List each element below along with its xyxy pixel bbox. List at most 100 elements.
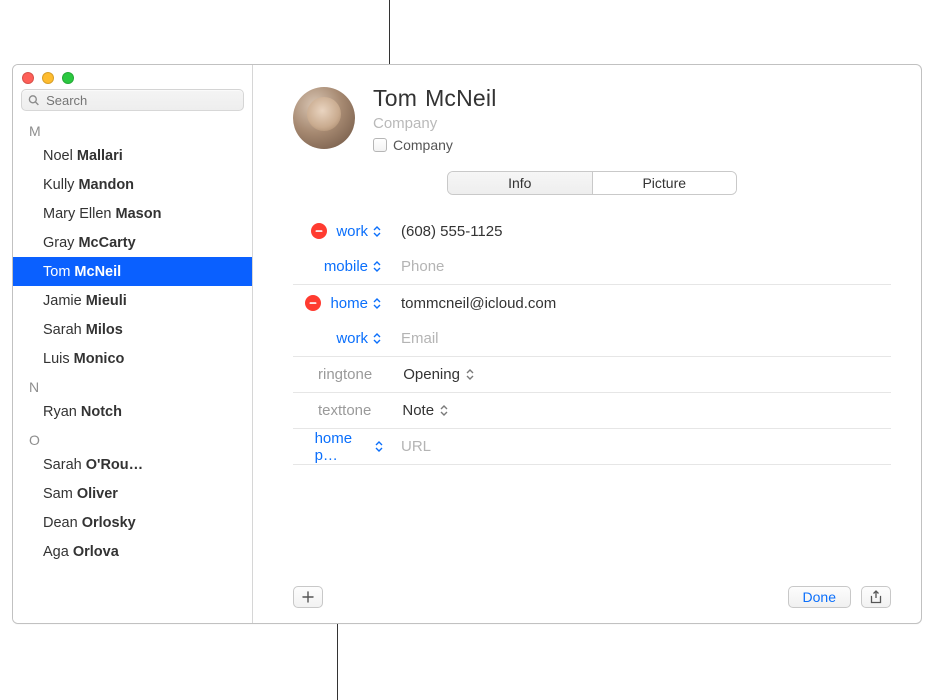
email-home-label[interactable]: home	[330, 295, 368, 312]
remove-phone-work-button[interactable]	[311, 223, 327, 239]
contact-row[interactable]: Luis Monico	[13, 344, 252, 373]
contact-last: O'Rou…	[86, 457, 143, 473]
remove-email-home-button[interactable]	[305, 295, 321, 311]
contact-row[interactable]: Noel Mallari	[13, 141, 252, 170]
contact-last: McNeil	[74, 264, 121, 280]
contact-last: McCarty	[78, 235, 135, 251]
plus-icon	[301, 590, 315, 604]
label-picker-phone-work[interactable]	[373, 224, 383, 238]
contact-first: Luis	[43, 351, 74, 367]
minus-icon	[314, 226, 324, 236]
index-letter: N	[13, 373, 252, 397]
texttone-picker[interactable]	[440, 404, 450, 418]
company-field[interactable]: Company	[373, 115, 497, 132]
texttone-value[interactable]: Note	[388, 402, 891, 419]
first-name[interactable]: Tom	[373, 85, 417, 111]
contact-row[interactable]: Sam Oliver	[13, 479, 252, 508]
contact-row[interactable]: Gray McCarty	[13, 228, 252, 257]
contact-row[interactable]: Ryan Notch	[13, 397, 252, 426]
window-zoom-button[interactable]	[62, 72, 74, 84]
contact-first: Ryan	[43, 404, 81, 420]
contact-first: Dean	[43, 515, 82, 531]
email-work-row[interactable]: work Email	[293, 321, 891, 357]
contact-detail: Tom McNeil Company Company Info Picture	[253, 65, 921, 623]
contacts-window: MNoel MallariKully MandonMary Ellen Maso…	[12, 64, 922, 624]
label-picker-phone-mobile[interactable]	[373, 260, 383, 274]
phone-mobile-row[interactable]: mobile Phone	[293, 249, 891, 285]
phone-work-row[interactable]: work (608) 555-1125	[293, 213, 891, 249]
company-checkbox[interactable]: Company	[373, 137, 497, 153]
contact-last: Oliver	[77, 486, 118, 502]
contact-last: Milos	[86, 322, 123, 338]
phone-mobile-label[interactable]: mobile	[324, 258, 368, 275]
contact-last: Mandon	[78, 177, 134, 193]
window-controls	[22, 72, 74, 84]
share-icon	[869, 590, 883, 604]
window-close-button[interactable]	[22, 72, 34, 84]
tab-picture[interactable]: Picture	[593, 172, 737, 194]
contact-list: MNoel MallariKully MandonMary Ellen Maso…	[13, 117, 252, 566]
contact-first: Noel	[43, 148, 77, 164]
ringtone-picker[interactable]	[466, 368, 476, 382]
index-letter: M	[13, 117, 252, 141]
email-work-value[interactable]: Email	[387, 330, 891, 347]
search-input[interactable]	[44, 92, 237, 109]
contact-last: Mason	[116, 206, 162, 222]
contact-last: Notch	[81, 404, 122, 420]
email-home-value[interactable]: tommcneil@icloud.com	[387, 295, 891, 312]
search-field[interactable]	[21, 89, 244, 111]
contact-row[interactable]: Tom McNeil	[13, 257, 252, 286]
contact-last: Orlova	[73, 544, 119, 560]
sidebar: MNoel MallariKully MandonMary Ellen Maso…	[13, 65, 253, 623]
callout-line-top	[389, 0, 390, 66]
index-letter: O	[13, 426, 252, 450]
email-home-row[interactable]: home tommcneil@icloud.com	[293, 285, 891, 321]
contact-row[interactable]: Mary Ellen Mason	[13, 199, 252, 228]
phone-mobile-value[interactable]: Phone	[387, 258, 891, 275]
contact-last: Mallari	[77, 148, 123, 164]
add-field-button[interactable]	[293, 586, 323, 608]
contact-row[interactable]: Aga Orlova	[13, 537, 252, 566]
contact-first: Tom	[43, 264, 74, 280]
contact-first: Jamie	[43, 293, 86, 309]
contact-first: Mary Ellen	[43, 206, 116, 222]
segmented-control[interactable]: Info Picture	[447, 171, 737, 195]
label-picker-homepage[interactable]	[375, 440, 383, 454]
contact-row[interactable]: Sarah O'Rou…	[13, 450, 252, 479]
contact-first: Aga	[43, 544, 73, 560]
done-button[interactable]: Done	[788, 586, 851, 608]
contact-name[interactable]: Tom McNeil	[373, 85, 497, 112]
texttone-row[interactable]: texttone Note	[293, 393, 891, 429]
contact-first: Sarah	[43, 322, 86, 338]
window-minimize-button[interactable]	[42, 72, 54, 84]
label-picker-email-home[interactable]	[373, 296, 383, 310]
homepage-label[interactable]: home p…	[315, 430, 370, 464]
contact-row[interactable]: Sarah Milos	[13, 315, 252, 344]
tab-info[interactable]: Info	[448, 172, 593, 194]
contact-first: Gray	[43, 235, 78, 251]
phone-work-label[interactable]: work	[336, 223, 368, 240]
search-icon	[28, 94, 39, 106]
phone-work-value[interactable]: (608) 555-1125	[387, 223, 891, 240]
avatar[interactable]	[293, 87, 355, 149]
ringtone-value[interactable]: Opening	[389, 366, 891, 383]
contact-last: Monico	[74, 351, 125, 367]
last-name[interactable]: McNeil	[425, 85, 496, 111]
contact-first: Kully	[43, 177, 78, 193]
contact-first: Sarah	[43, 457, 86, 473]
email-work-label[interactable]: work	[336, 330, 368, 347]
ringtone-label: ringtone	[318, 366, 372, 383]
contact-row[interactable]: Jamie Mieuli	[13, 286, 252, 315]
checkbox-icon[interactable]	[373, 138, 387, 152]
ringtone-row[interactable]: ringtone Opening	[293, 357, 891, 393]
contact-row[interactable]: Dean Orlosky	[13, 508, 252, 537]
share-button[interactable]	[861, 586, 891, 608]
contact-last: Mieuli	[86, 293, 127, 309]
contact-first: Sam	[43, 486, 77, 502]
company-checkbox-label: Company	[393, 137, 453, 153]
homepage-value[interactable]: URL	[387, 438, 891, 455]
label-picker-email-work[interactable]	[373, 332, 383, 346]
homepage-row[interactable]: home p… URL	[293, 429, 891, 465]
contact-row[interactable]: Kully Mandon	[13, 170, 252, 199]
bottom-toolbar: Done	[293, 571, 891, 623]
